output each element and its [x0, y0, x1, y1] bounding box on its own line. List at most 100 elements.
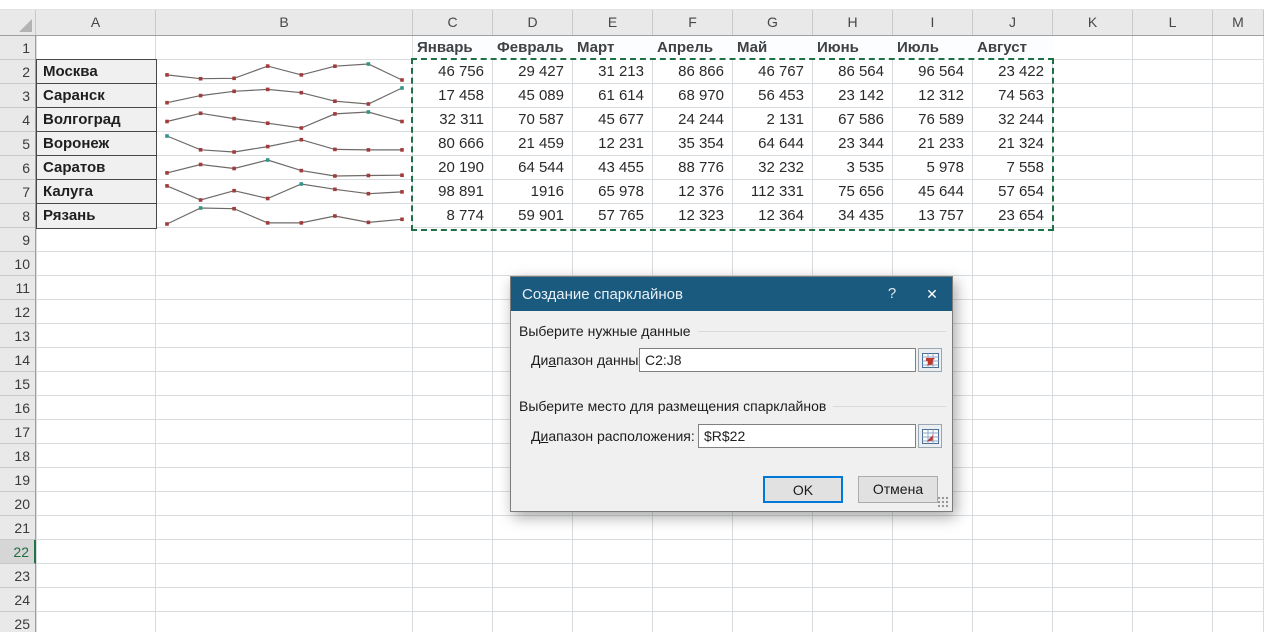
row-header-23[interactable]: 23	[0, 564, 35, 588]
sparkline-marker	[333, 188, 337, 192]
row-header-5[interactable]: 5	[0, 132, 35, 156]
group-rule	[698, 331, 946, 332]
row-header-12[interactable]: 12	[0, 300, 35, 324]
row-header-8[interactable]: 8	[0, 204, 35, 228]
collapse-dialog-icon	[922, 429, 939, 444]
data-range-label: Диапазон данных:	[531, 348, 649, 372]
row-header-2[interactable]: 2	[0, 60, 35, 84]
group-label-data: Выберите нужные данные	[519, 323, 946, 339]
column-header-K[interactable]: K	[1053, 10, 1133, 35]
column-header-C[interactable]: C	[413, 10, 493, 35]
ok-button[interactable]: OK	[763, 476, 843, 503]
selection-marching-ants	[411, 58, 1054, 231]
cell-month-J1[interactable]: Август	[973, 36, 1053, 60]
row-header-19[interactable]: 19	[0, 468, 35, 492]
sparkline-marker	[300, 73, 304, 77]
cell-month-G1[interactable]: Май	[733, 36, 813, 60]
cancel-button[interactable]: Отмена	[858, 476, 938, 503]
row-header-4[interactable]: 4	[0, 108, 35, 132]
sparkline-high-point	[266, 158, 270, 162]
column-header-I[interactable]: I	[893, 10, 973, 35]
sparkline-marker	[333, 174, 337, 178]
select-all-corner[interactable]	[0, 10, 36, 35]
sparkline-marker	[165, 101, 169, 105]
sparkline-marker	[165, 222, 169, 226]
location-range-input[interactable]	[698, 424, 916, 448]
sparkline-marker	[367, 192, 371, 196]
cell-A6[interactable]: Саратов	[36, 155, 157, 180]
column-header-J[interactable]: J	[973, 10, 1053, 35]
cell-month-E1[interactable]: Март	[573, 36, 653, 60]
row-header-25[interactable]: 25	[0, 612, 35, 632]
sparkline-marker	[400, 218, 404, 222]
column-header-E[interactable]: E	[573, 10, 653, 35]
dialog-titlebar[interactable]: Создание спарклайнов ? ✕	[511, 277, 952, 311]
row-header-24[interactable]: 24	[0, 588, 35, 612]
sparkline-marker	[300, 169, 304, 173]
row-header-6[interactable]: 6	[0, 156, 35, 180]
cell-B8-sparkline[interactable]	[157, 204, 412, 228]
formula-bar-edge	[0, 0, 1264, 10]
sparkline-marker	[199, 148, 203, 152]
cell-A3[interactable]: Саранск	[36, 83, 157, 108]
row-header-21[interactable]: 21	[0, 516, 35, 540]
row-header-15[interactable]: 15	[0, 372, 35, 396]
column-header-L[interactable]: L	[1133, 10, 1213, 35]
row-header-10[interactable]: 10	[0, 252, 35, 276]
help-icon[interactable]: ?	[872, 277, 912, 311]
sparkline-chart	[157, 60, 412, 84]
sparkline-marker	[232, 117, 236, 121]
close-icon[interactable]: ✕	[912, 277, 952, 311]
column-header-A[interactable]: A	[36, 10, 156, 35]
cell-month-D1[interactable]: Февраль	[493, 36, 573, 60]
column-header-B[interactable]: B	[156, 10, 413, 35]
cell-A2[interactable]: Москва	[36, 59, 157, 84]
cell-A5[interactable]: Воронеж	[36, 131, 157, 156]
sparkline-high-point	[367, 62, 371, 66]
cell-B3-sparkline[interactable]	[157, 84, 412, 108]
column-header-D[interactable]: D	[493, 10, 573, 35]
cell-B5-sparkline[interactable]	[157, 132, 412, 156]
row-header-11[interactable]: 11	[0, 276, 35, 300]
cell-B2-sparkline[interactable]	[157, 60, 412, 84]
row-header-18[interactable]: 18	[0, 444, 35, 468]
cell-A7[interactable]: Калуга	[36, 179, 157, 204]
cell-month-I1[interactable]: Июль	[893, 36, 973, 60]
row-header-17[interactable]: 17	[0, 420, 35, 444]
gridline	[36, 611, 1264, 612]
row-header-13[interactable]: 13	[0, 324, 35, 348]
column-header-G[interactable]: G	[733, 10, 813, 35]
column-header-F[interactable]: F	[653, 10, 733, 35]
cell-A8[interactable]: Рязань	[36, 203, 157, 229]
sparkline-marker	[333, 99, 337, 103]
row-header-7[interactable]: 7	[0, 180, 35, 204]
sparkline-marker	[266, 197, 270, 201]
row-header-16[interactable]: 16	[0, 396, 35, 420]
resize-grip[interactable]	[937, 496, 949, 508]
row-header-1[interactable]: 1	[0, 36, 35, 60]
cell-A4[interactable]: Волгоград	[36, 107, 157, 132]
gridline	[1212, 36, 1213, 632]
select-all-triangle-icon	[19, 19, 32, 32]
cell-month-H1[interactable]: Июнь	[813, 36, 893, 60]
row-header-14[interactable]: 14	[0, 348, 35, 372]
cell-month-F1[interactable]: Апрель	[653, 36, 733, 60]
range-picker-icon[interactable]	[918, 424, 942, 448]
sparkline-marker	[266, 121, 270, 125]
row-header-3[interactable]: 3	[0, 84, 35, 108]
row-header-22[interactable]: 22	[0, 540, 36, 564]
sparkline-marker	[400, 190, 404, 194]
data-range-input[interactable]	[639, 348, 916, 372]
row-header-9[interactable]: 9	[0, 228, 35, 252]
cell-B6-sparkline[interactable]	[157, 156, 412, 180]
sparkline-marker	[300, 138, 304, 142]
cell-B4-sparkline[interactable]	[157, 108, 412, 132]
range-picker-icon[interactable]	[918, 348, 942, 372]
sparkline-marker	[333, 64, 337, 68]
column-header-M[interactable]: M	[1213, 10, 1264, 35]
row-header-20[interactable]: 20	[0, 492, 35, 516]
collapse-dialog-icon	[922, 353, 939, 368]
column-header-H[interactable]: H	[813, 10, 893, 35]
cell-month-C1[interactable]: Январь	[413, 36, 493, 60]
cell-B7-sparkline[interactable]	[157, 180, 412, 204]
